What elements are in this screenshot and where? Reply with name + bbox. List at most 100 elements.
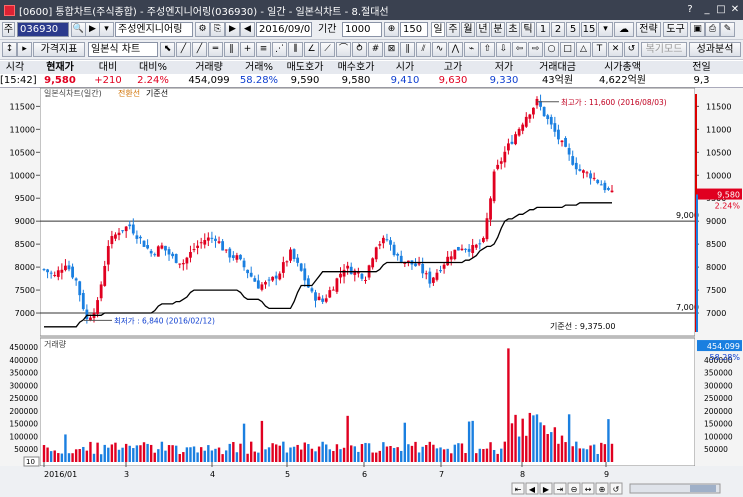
- candle-body: [317, 296, 321, 301]
- candle-body: [56, 270, 60, 277]
- volume-bar: [342, 447, 346, 462]
- volume-bar: [232, 442, 235, 462]
- volume-bar: [135, 445, 139, 462]
- volume-bar: [199, 447, 203, 462]
- volume-tick-label-left-4: 250000: [9, 394, 38, 403]
- volume-bar: [450, 453, 453, 462]
- volume-tick-label-left-7: 400000: [9, 356, 38, 365]
- candle-body: [349, 266, 353, 275]
- candle-body: [239, 254, 242, 260]
- volume-bar: [185, 447, 189, 462]
- candle-body: [557, 129, 560, 140]
- volume-bar: [110, 444, 114, 462]
- volume-bar: [317, 446, 321, 462]
- price-chart[interactable]: 7000 7000 7500 7500 8000 8000 8500 8500 9000 9000…: [0, 0, 743, 497]
- candle-body: [424, 273, 428, 275]
- candle-body: [392, 244, 396, 256]
- volume-bar: [92, 453, 96, 462]
- candle-body: [67, 265, 71, 270]
- candle-body: [496, 164, 500, 169]
- candle-body: [453, 249, 457, 260]
- volume-bar: [64, 434, 67, 462]
- volume-bar: [267, 447, 271, 462]
- high-label: 최고가 : 11,600 (2016/08/03): [561, 97, 667, 107]
- volume-bar: [589, 445, 592, 462]
- x-label-5: 7: [439, 470, 444, 479]
- volume-bar: [253, 451, 256, 462]
- volume-bar: [403, 422, 407, 462]
- candle-body: [131, 224, 135, 234]
- candle-body: [224, 249, 228, 251]
- candle-body: [610, 190, 614, 193]
- volume-bar: [600, 442, 603, 462]
- candle-body: [278, 273, 282, 280]
- volume-bar: [235, 452, 239, 462]
- volume-bar: [153, 452, 156, 462]
- candle-body: [435, 272, 439, 280]
- volume-bar: [407, 444, 410, 462]
- volume-bar: [453, 444, 457, 462]
- candle-body: [106, 246, 110, 265]
- volume-bar: [282, 441, 285, 462]
- candle-body: [174, 254, 178, 263]
- candle-body: [135, 235, 139, 239]
- candle-body: [156, 246, 160, 257]
- price-tick-label-left-7: 10500: [10, 148, 35, 157]
- volume-bar: [189, 447, 192, 462]
- volume-bar: [364, 442, 367, 462]
- volume-tick-label-left-0: 50000: [14, 445, 38, 454]
- volume-tick-label-left-5: 300000: [9, 381, 38, 390]
- candle-body: [346, 265, 350, 269]
- volume-bar: [357, 451, 360, 462]
- candle-body: [199, 242, 203, 244]
- volume-bar: [542, 425, 546, 462]
- volume-bar: [60, 453, 64, 462]
- volume-bar: [71, 453, 74, 462]
- volume-bar: [353, 446, 356, 462]
- volume-bar: [82, 446, 85, 462]
- price-tick-label-left-9: 11500: [10, 102, 35, 111]
- volume-bar: [417, 452, 421, 462]
- volume-bar: [603, 444, 607, 462]
- candle-body: [546, 115, 550, 120]
- price-tick-label-left-8: 11000: [10, 125, 35, 134]
- volume-bar: [114, 442, 117, 462]
- volume-bar: [517, 436, 521, 462]
- volume-bar: [478, 448, 482, 462]
- volume-bar: [467, 421, 471, 462]
- candle-body: [439, 270, 442, 272]
- candle-body: [235, 255, 239, 260]
- candle-body: [389, 240, 392, 245]
- candle-body: [521, 124, 525, 131]
- volume-bar: [228, 443, 231, 462]
- candle-body: [146, 245, 149, 249]
- price-tick-label-left-1: 7500: [15, 286, 35, 295]
- volume-tick-label-right-3: 200000: [704, 407, 733, 416]
- volume-bar: [325, 444, 328, 462]
- volume-bar: [285, 452, 289, 462]
- candle-body: [42, 269, 46, 271]
- candle-body: [378, 244, 382, 246]
- volume-bar: [414, 441, 417, 462]
- volume-bar: [421, 446, 424, 462]
- candle-body: [181, 263, 185, 265]
- candle-body: [507, 143, 510, 151]
- volume-tick-label-right-5: 300000: [704, 381, 733, 390]
- volume-bar: [507, 348, 510, 462]
- volume-bar: [53, 450, 56, 462]
- candle-body: [364, 279, 367, 281]
- candle-body: [139, 236, 142, 239]
- candle-body: [474, 244, 478, 248]
- candle-body: [371, 258, 375, 268]
- candle-body: [460, 248, 464, 251]
- volume-bar: [260, 420, 264, 462]
- candle-body: [599, 184, 603, 186]
- candle-body: [442, 264, 446, 269]
- scroll-icon-4: ⊖: [571, 485, 578, 494]
- volume-bar: [164, 450, 167, 462]
- volume-bar: [157, 449, 160, 462]
- volume-bar: [550, 432, 553, 462]
- volume-bar: [182, 452, 185, 462]
- volume-bar: [489, 442, 492, 462]
- x-label-6: 8: [520, 470, 525, 479]
